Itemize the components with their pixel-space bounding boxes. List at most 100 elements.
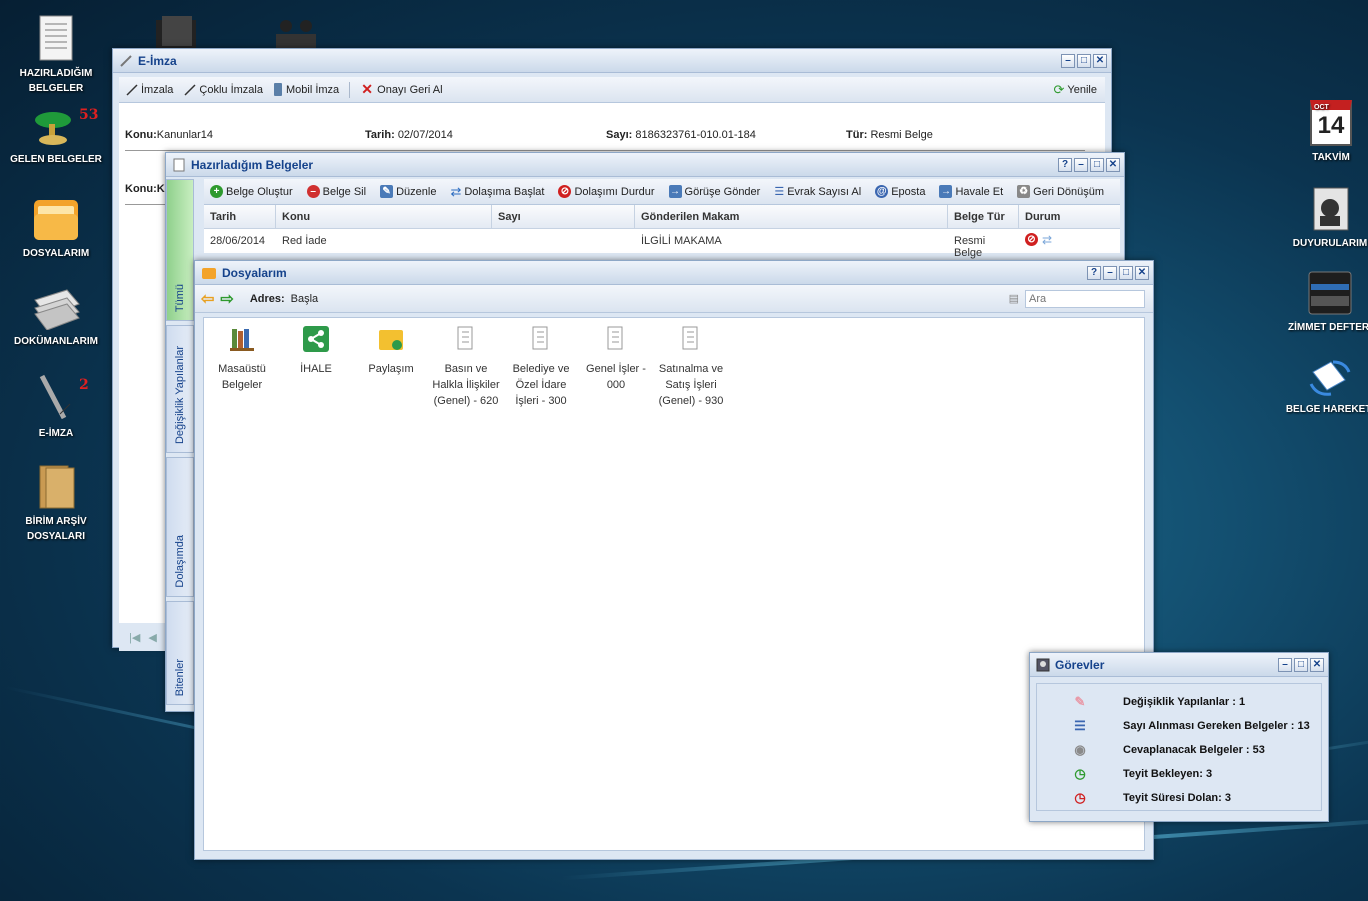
column-header[interactable]: Durum <box>1019 205 1119 228</box>
desktop-icon-birim-arsiv[interactable]: BİRİM ARŞİV DOSYALARI <box>1 464 111 544</box>
return-button[interactable]: ♻ Geri Dönüşüm <box>1017 185 1104 198</box>
send-opinion-button[interactable]: → Görüşe Gönder <box>668 185 760 198</box>
prev-page-icon[interactable]: ◀ <box>148 631 156 644</box>
folder-item[interactable]: Genel İşler -000 <box>578 326 654 393</box>
dosyalarim-window[interactable]: Dosyalarım ?–□✕ ⇦ ⇨ Adres: Başla ▤ Masaü… <box>194 260 1154 860</box>
task-item-to-reply[interactable]: ◉ Cevaplanacak Belgeler : 53 <box>1037 738 1321 762</box>
hazirladigim-titlebar[interactable]: Hazırladığım Belgeler ? – □ ✕ <box>166 153 1124 177</box>
forward-button[interactable]: → Havale Et <box>939 185 1003 198</box>
folder-tree-icon <box>457 326 473 350</box>
folder-tree-icon <box>682 326 698 350</box>
desktop-icon-e-imza[interactable]: 2 E-İMZA <box>1 374 111 441</box>
task-item-changed[interactable]: ✎ Değişiklik Yapılanlar : 1 <box>1037 690 1321 714</box>
multi-sign-button[interactable]: Çoklu İmzala <box>183 83 263 96</box>
folder-item[interactable]: Masaüstü Belgeler <box>204 326 280 393</box>
stop-circulation-button[interactable]: ⊘ Dolaşımı Durdur <box>558 185 655 198</box>
gorevler-window[interactable]: Görevler – □ ✕ ✎ Değişiklik Yapılanlar : 1 … <box>1029 652 1329 822</box>
sign-button[interactable]: İmzala <box>125 83 173 96</box>
desktop-icon-dosyalarim[interactable]: DOSYALARIM <box>1 194 111 261</box>
task-item-pending-confirmation[interactable]: ◷ Teyit Bekleyen: 3 <box>1037 762 1321 786</box>
calendar-icon: OCT 14 <box>1310 100 1352 146</box>
search-input[interactable] <box>1025 289 1145 308</box>
gorevler-titlebar[interactable]: Görevler – □ ✕ <box>1030 653 1328 677</box>
desktop-icon-dokumanlarim[interactable]: DOKÜMANLARIM <box>1 284 111 349</box>
back-arrow-icon[interactable]: ⇦ <box>201 289 214 309</box>
desktop-icon-hazirladigim[interactable]: HAZIRLADIĞIM BELGELER <box>1 14 111 96</box>
column-header[interactable]: Belge Tür <box>948 205 1019 228</box>
stop-icon[interactable]: ⊘ <box>1025 233 1038 246</box>
document-meta-row[interactable]: Konu:Kanunlar14 Tarih: 02/07/2014 Sayı: … <box>125 129 1085 151</box>
desktop-icon-belge-hareketi[interactable]: BELGE HAREKETİ <box>1275 358 1368 417</box>
folder-tree-icon <box>532 326 548 350</box>
e-imza-count-badge: 2 <box>79 377 89 393</box>
desktop-icon-label: DOSYALARI <box>27 531 85 542</box>
start-circulation-button[interactable]: ⇄ Dolaşıma Başlat <box>450 184 544 200</box>
minimize-button[interactable]: – <box>1074 157 1088 172</box>
folder-item[interactable]: Satınalma ve Satış İşleri (Genel) - 930 <box>653 326 729 409</box>
desktop-icon-gelen-belgeler[interactable]: 53 GELEN BELGELER <box>1 106 111 167</box>
close-button[interactable]: ✕ <box>1135 265 1149 280</box>
minimize-button[interactable]: – <box>1103 265 1117 280</box>
window-title: Dosyalarım <box>222 265 287 280</box>
column-header[interactable]: Gönderilen Makam <box>635 205 948 228</box>
tab-all[interactable]: Tümü <box>166 179 194 321</box>
maximize-button[interactable]: □ <box>1119 265 1133 280</box>
close-button[interactable]: ✕ <box>1310 657 1324 672</box>
clock-red-icon: ◷ <box>1074 790 1086 805</box>
maximize-button[interactable]: □ <box>1077 53 1091 68</box>
create-document-button[interactable]: + Belge Oluştur <box>210 185 293 198</box>
address-bar: ⇦ ⇨ Adres: Başla ▤ <box>195 285 1153 313</box>
help-button[interactable]: ? <box>1087 265 1101 280</box>
address-value[interactable]: Başla <box>291 293 319 305</box>
column-header[interactable]: Konu <box>276 205 492 228</box>
maximize-button[interactable]: □ <box>1294 657 1308 672</box>
help-button[interactable]: ? <box>1058 157 1072 172</box>
tab-finished[interactable]: Bitenler <box>166 601 194 705</box>
revoke-approval-button[interactable]: ✕ Onayı Geri Al <box>360 82 442 96</box>
first-page-icon[interactable]: |◀ <box>129 631 140 644</box>
forward-arrow-icon[interactable]: ⇨ <box>220 289 233 309</box>
mobile-sign-button[interactable]: Mobil İmza <box>273 83 339 96</box>
tab-changed[interactable]: Değişiklik Yapılanlar <box>166 325 194 453</box>
konu-value: Kanunlar14 <box>156 129 214 141</box>
desktop-icon-zimmet[interactable]: ZİMMET DEFTERİ <box>1275 270 1368 335</box>
e-imza-titlebar[interactable]: E-İmza – □ ✕ <box>113 49 1111 73</box>
close-button[interactable]: ✕ <box>1093 53 1107 68</box>
folder-item[interactable]: Belediye ve Özel İdare İşleri - 300 <box>503 326 579 409</box>
meeting-icon[interactable] <box>270 14 322 48</box>
desktop-icon-label: GELEN BELGELER <box>10 154 102 165</box>
cell-durum: ⊘ ⇄ <box>1019 229 1099 253</box>
minimize-button[interactable]: – <box>1278 657 1292 672</box>
task-item-expired-confirmation[interactable]: ◷ Teyit Süresi Dolan: 3 <box>1037 786 1321 810</box>
minimize-button[interactable]: – <box>1061 53 1075 68</box>
desktop-icon-label: BELGE HAREKETİ <box>1285 404 1368 415</box>
column-header[interactable]: Tarih <box>204 205 276 228</box>
task-item-number-needed[interactable]: ☰ Sayı Alınması Gereken Belgeler : 13 <box>1037 714 1321 738</box>
refresh-button[interactable]: ⟳ Yenile <box>1054 82 1097 98</box>
email-button[interactable]: @ Eposta <box>875 185 925 198</box>
close-button[interactable]: ✕ <box>1106 157 1120 172</box>
incoming-count-badge: 53 <box>79 107 99 123</box>
mobile-phone-icon <box>273 83 282 96</box>
desktop-icon-takvim[interactable]: OCT 14 TAKVİM <box>1276 100 1368 165</box>
pen-icon <box>120 54 132 67</box>
delete-document-button[interactable]: – Belge Sil <box>306 185 366 198</box>
folder-item[interactable]: Basın ve Halkla İlişkiler (Genel) - 620 <box>428 326 504 409</box>
get-number-button[interactable]: ☰ Evrak Sayısı Al <box>774 185 861 199</box>
maximize-button[interactable]: □ <box>1090 157 1104 172</box>
numbered-list-icon: ☰ <box>774 186 785 198</box>
binder-icon[interactable] <box>154 16 200 48</box>
tab-circulating[interactable]: Dolaşımda <box>166 457 194 597</box>
folder-item[interactable]: Paylaşım <box>353 326 429 377</box>
task-list: ✎ Değişiklik Yapılanlar : 1 ☰ Sayı Alınmas… <box>1036 683 1322 811</box>
grid-header: Tarih Konu Sayı Gönderilen Makam Belge T… <box>204 205 1120 229</box>
table-row[interactable]: 28/06/2014 Red İade İLGİLİ MAKAMA Resmi … <box>204 229 1120 259</box>
folder-item[interactable]: İHALE <box>278 326 354 377</box>
edit-button[interactable]: ✎ Düzenle <box>380 185 436 198</box>
desktop-icon-duyurularim[interactable]: DUYURULARIM <box>1275 186 1368 251</box>
column-header[interactable]: Sayı <box>492 205 635 228</box>
arrows-icon[interactable]: ⇄ <box>1042 233 1052 253</box>
cell-sayi <box>492 229 635 253</box>
hazirladigim-main: + Belge Oluştur – Belge Sil ✎ Düzenle ⇄ Dola… <box>204 179 1120 259</box>
dosyalarim-titlebar[interactable]: Dosyalarım ? – □ ✕ <box>195 261 1153 285</box>
